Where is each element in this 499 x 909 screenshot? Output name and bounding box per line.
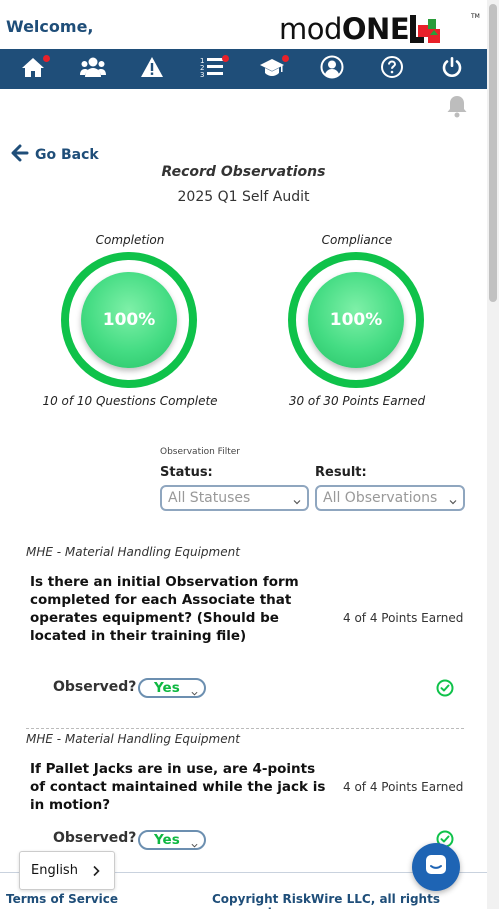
scrollbar-thumb[interactable] <box>489 4 497 302</box>
modone-logo: mod ONE <box>279 10 442 46</box>
observed-select[interactable]: Yes <box>138 678 206 698</box>
completion-value: 100% <box>102 310 156 330</box>
nav-home-button[interactable] <box>20 55 50 82</box>
chevron-down-icon <box>191 685 198 696</box>
graduation-cap-icon <box>259 56 285 82</box>
compliance-value: 100% <box>329 310 383 330</box>
nav-logout-button[interactable] <box>439 57 465 81</box>
chat-icon <box>424 853 448 881</box>
observed-value: Yes <box>154 832 180 848</box>
terms-of-service-link[interactable]: Terms of Service <box>6 892 118 906</box>
nav-bar: 1 2 3 <box>0 49 487 89</box>
notifications-bell-icon[interactable] <box>444 93 470 119</box>
question-divider <box>26 728 464 729</box>
result-filter-value: All Observations <box>323 490 438 506</box>
compliance-gauge: 100% <box>288 252 424 388</box>
nav-users-button[interactable] <box>80 57 106 81</box>
copyright-text: Copyright RiskWire LLC, all rights reser… <box>212 892 440 909</box>
language-label: English <box>31 863 78 878</box>
compliance-gauge-center: 100% <box>308 272 404 368</box>
notification-dot <box>282 55 289 62</box>
nav-help-button[interactable] <box>379 55 405 83</box>
observation-filter-title: Observation Filter <box>160 447 240 457</box>
status-filter-select[interactable]: All Statuses <box>160 485 309 511</box>
notification-dot <box>43 55 50 62</box>
question-text: Is there an initial Observation form com… <box>30 574 299 644</box>
language-selector[interactable]: English <box>19 851 115 890</box>
compliance-label: Compliance <box>321 233 393 247</box>
page-title: Record Observations <box>161 164 326 180</box>
home-icon <box>21 56 45 82</box>
audit-name: 2025 Q1 Self Audit <box>177 189 310 205</box>
chat-button[interactable] <box>412 843 460 891</box>
status-filter-value: All Statuses <box>168 490 251 506</box>
question-category: MHE - Material Handling Equipment <box>26 545 240 559</box>
warning-icon <box>140 56 164 82</box>
welcome-text: Welcome, <box>6 17 94 36</box>
result-filter-label: Result: <box>315 465 367 480</box>
svg-text:3: 3 <box>200 71 204 78</box>
compliance-caption: 30 of 30 Points Earned <box>288 394 426 408</box>
logo-mark-icon <box>410 15 442 43</box>
nav-profile-button[interactable] <box>319 55 345 83</box>
power-icon <box>440 55 464 83</box>
question-text: If Pallet Jacks are in use, are 4-points… <box>30 761 326 813</box>
logo-one: ONE <box>341 12 410 46</box>
observed-value: Yes <box>154 680 180 696</box>
ordered-list-icon: 1 2 3 <box>200 56 224 82</box>
help-icon <box>380 55 404 83</box>
nav-training-button[interactable] <box>259 55 289 82</box>
users-icon <box>80 56 106 82</box>
check-circle-icon <box>436 679 454 697</box>
nav-incidents-button[interactable] <box>139 57 165 81</box>
header: Welcome, mod ONE TM <box>0 0 487 49</box>
logo-trademark: TM <box>471 13 480 20</box>
chevron-right-icon <box>92 865 100 881</box>
chevron-down-icon <box>191 837 198 848</box>
page: Welcome, mod ONE TM 1 2 3 Go Back Record… <box>0 0 499 909</box>
notification-dot <box>222 55 229 62</box>
question-points: 4 of 4 Points Earned <box>343 780 464 794</box>
go-back-label: Go Back <box>35 147 99 163</box>
completion-label: Completion <box>95 233 165 247</box>
chevron-down-icon <box>449 494 457 505</box>
user-circle-icon <box>320 55 344 83</box>
observed-label: Observed? <box>53 679 137 695</box>
chevron-down-icon <box>293 494 301 505</box>
completion-gauge: 100% <box>61 252 197 388</box>
question-category: MHE - Material Handling Equipment <box>26 732 240 746</box>
question-points: 4 of 4 Points Earned <box>343 611 464 625</box>
result-filter-select[interactable]: All Observations <box>315 485 465 511</box>
nav-audits-button[interactable]: 1 2 3 <box>199 55 229 82</box>
observed-label: Observed? <box>53 830 137 846</box>
logo-mod: mod <box>279 12 342 46</box>
arrow-left-icon <box>11 144 35 166</box>
completion-gauge-center: 100% <box>81 272 177 368</box>
completion-caption: 10 of 10 Questions Complete <box>42 394 218 408</box>
status-filter-label: Status: <box>160 465 213 480</box>
go-back-link[interactable]: Go Back <box>11 144 99 166</box>
observed-select[interactable]: Yes <box>138 830 206 850</box>
